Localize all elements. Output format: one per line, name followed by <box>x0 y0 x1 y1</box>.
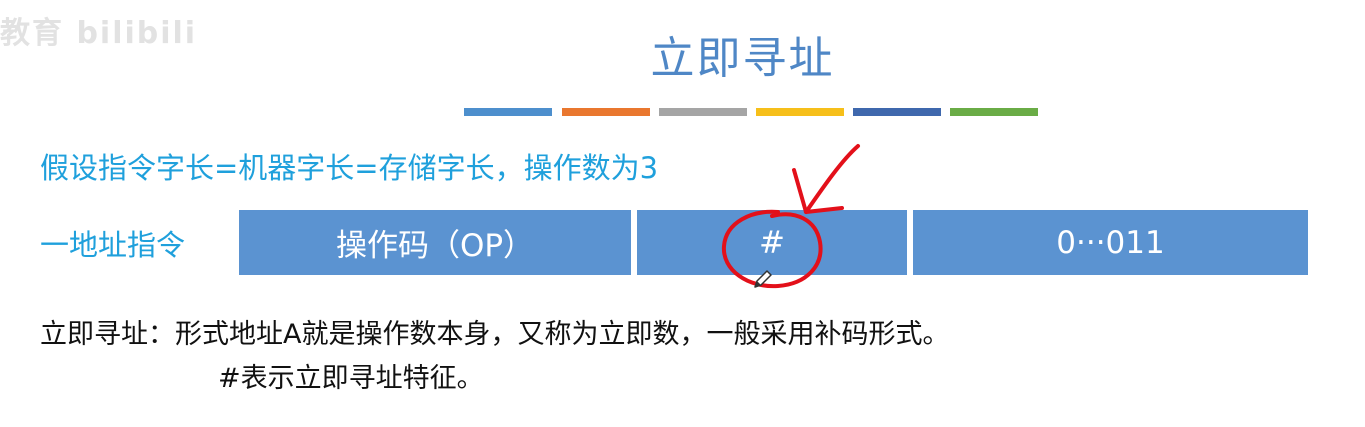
stripe-3 <box>659 108 747 116</box>
opcode-field: 操作码（OP） <box>239 210 631 275</box>
stripe-2 <box>562 108 650 116</box>
pencil-cursor-icon <box>754 270 772 288</box>
intro-text: 假设指令字长=机器字长=存储字长，操作数为3 <box>40 151 659 185</box>
stripe-4 <box>756 108 844 116</box>
annotation-arrow-shaft <box>804 144 860 214</box>
operand-field: 0···011 <box>913 210 1308 275</box>
description-line-2: #表示立即寻址特征。 <box>218 363 484 394</box>
description-line-1: 立即寻址：形式地址A就是操作数本身，又称为立即数，一般采用补码形式。 <box>40 319 950 350</box>
immediate-flag-field: # <box>637 210 907 275</box>
annotation-arrow-head <box>792 168 844 214</box>
instruction-label: 一地址指令 <box>40 228 186 262</box>
stripe-6 <box>950 108 1038 116</box>
stripe-1 <box>464 108 552 116</box>
slide-title: 立即寻址 <box>650 33 835 84</box>
stripe-5 <box>853 108 941 116</box>
